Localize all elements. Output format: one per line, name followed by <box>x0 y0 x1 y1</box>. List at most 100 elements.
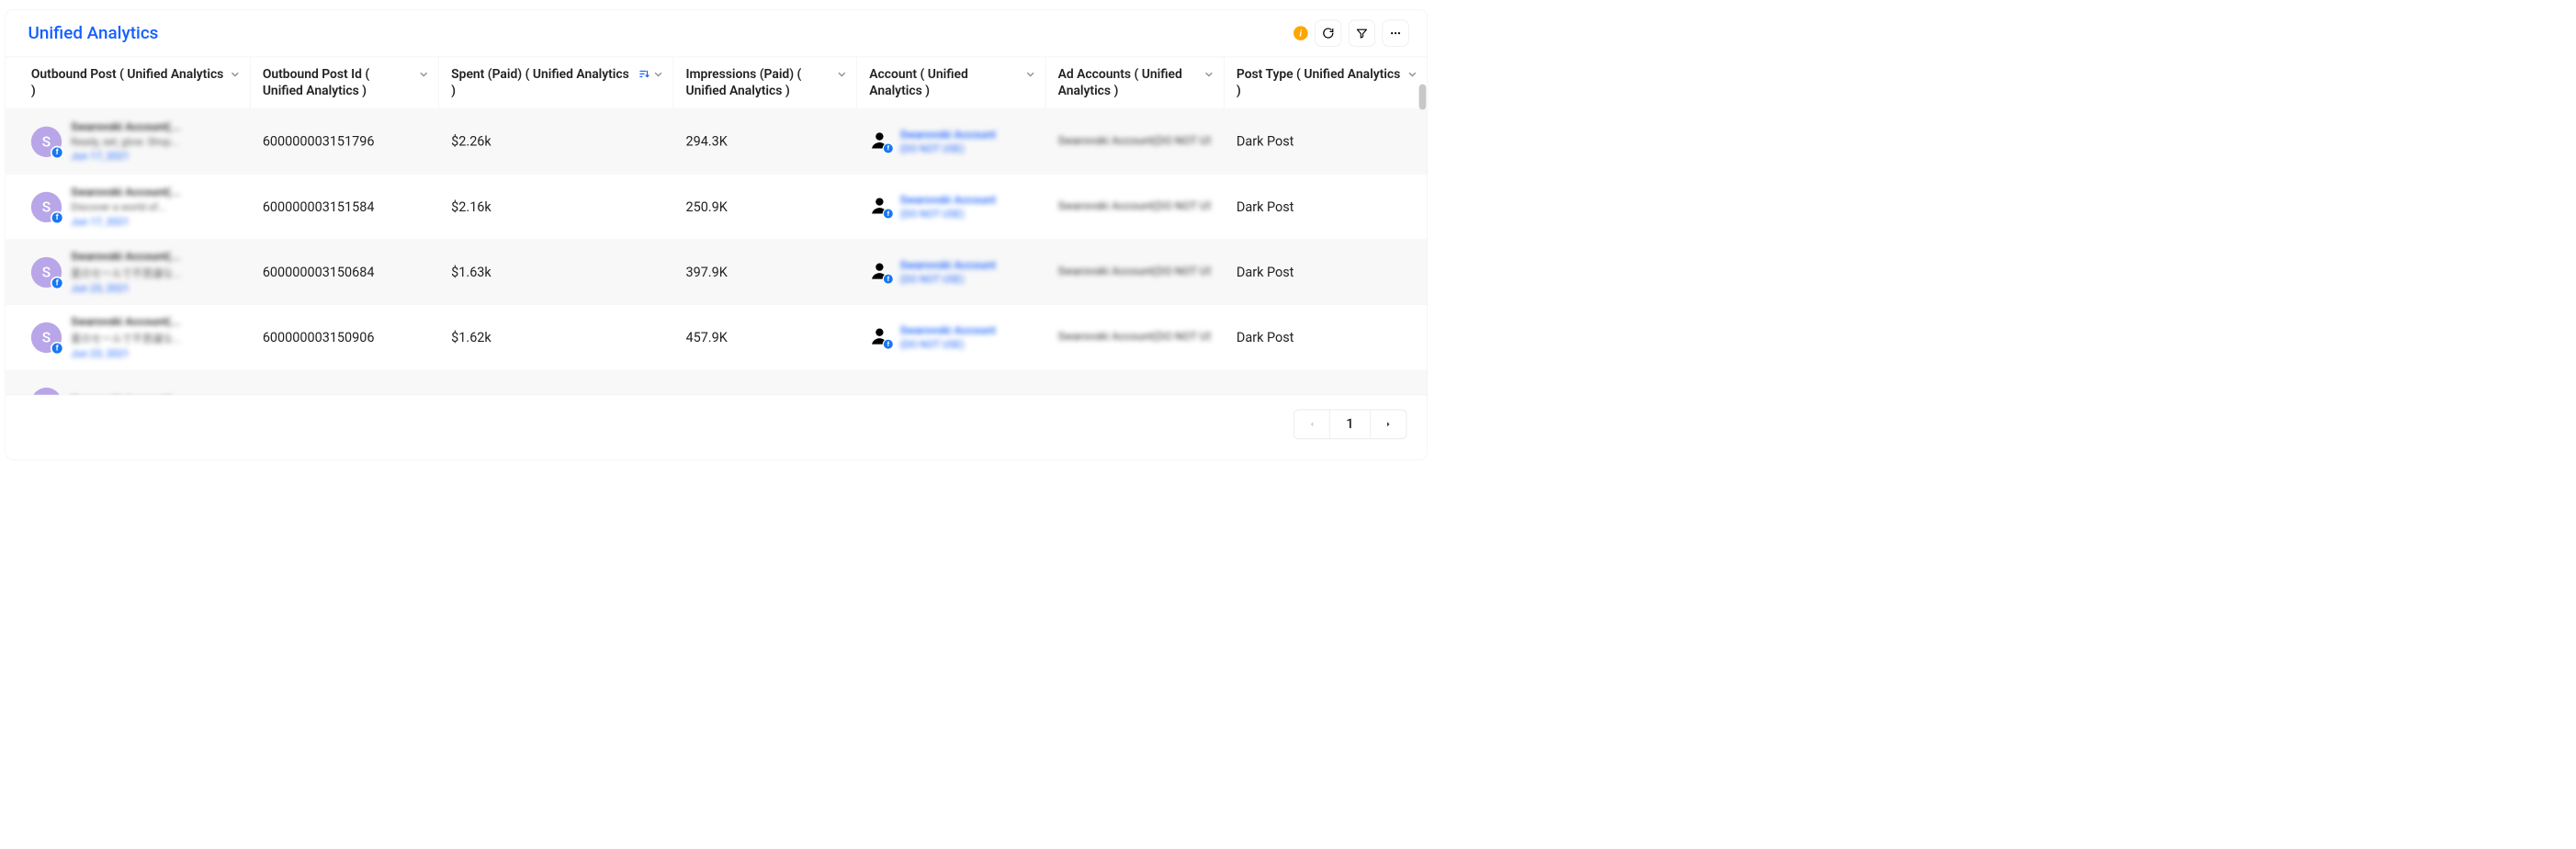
filter-icon <box>1356 27 1368 39</box>
chevron-left-icon <box>1307 420 1316 429</box>
filter-button[interactable] <box>1349 20 1375 47</box>
cell-spent <box>439 393 673 394</box>
post-date-blurred: Jun 23, 2021 <box>71 347 181 359</box>
header-actions: i <box>1294 20 1408 47</box>
vertical-scrollbar[interactable] <box>1419 85 1427 110</box>
cell-impressions: 294.3K <box>673 125 857 159</box>
account-link-blurred[interactable]: Swarovski Account <box>900 259 996 272</box>
facebook-icon: f <box>883 273 894 284</box>
cell-post-id: 600000003151796 <box>251 125 439 159</box>
column-header-ad-accounts[interactable]: Ad Accounts ( Unified Analytics ) <box>1045 57 1224 108</box>
ad-account-blurred: Swarovski Account(DO NOT USE) <box>1058 133 1212 149</box>
avatar-letter: S <box>31 388 62 395</box>
cell-impressions: 397.9K <box>673 255 857 289</box>
analytics-panel: Unified Analytics i Outbound Post ( Unif… <box>6 9 1428 460</box>
table-row[interactable]: S f Swarovski Account(... 夏のセールで不思議な... … <box>6 305 1427 370</box>
account-sub-blurred: (DO NOT USE) <box>900 142 996 154</box>
facebook-icon: f <box>51 211 63 224</box>
facebook-icon: f <box>883 208 894 219</box>
chevron-down-icon[interactable] <box>652 68 663 79</box>
chevron-down-icon[interactable] <box>836 68 847 79</box>
ad-account-blurred: Swarovski Account(DO NOT USE) <box>1058 199 1212 215</box>
cell-ad-accounts: Swarovski Account(DO NOT USE) <box>1045 190 1224 224</box>
ad-account-blurred: Swarovski Account(DO NOT USE) <box>1058 265 1212 280</box>
chevron-down-icon[interactable] <box>1203 68 1215 79</box>
person-icon: f <box>869 130 891 153</box>
table-footer: 1 <box>6 395 1427 459</box>
post-date-blurred: Jun 23, 2021 <box>71 282 181 294</box>
cell-ad-accounts: Swarovski Account(DO NOT USE) <box>1045 124 1224 158</box>
account-link-blurred[interactable]: Swarovski Account <box>900 324 996 337</box>
column-header-post-type[interactable]: Post Type ( Unified Analytics ) <box>1225 57 1428 108</box>
facebook-icon: f <box>883 338 894 349</box>
pager-next-button[interactable] <box>1371 410 1407 438</box>
avatar: S f <box>31 126 62 156</box>
cell-spent: $1.62k <box>439 321 673 355</box>
table-body: S f Swarovski Account(... Ready, set, gl… <box>6 109 1427 395</box>
cell-outbound-post: S f Swarovski Account(... Ready, set, gl… <box>6 112 250 172</box>
page-title: Unified Analytics <box>28 23 159 43</box>
cell-post-type <box>1225 393 1428 394</box>
cell-ad-accounts <box>1045 393 1224 394</box>
facebook-icon: f <box>51 277 63 289</box>
column-header-account[interactable]: Account ( Unified Analytics ) <box>857 57 1045 108</box>
post-title-blurred: Swarovski Account(... <box>71 394 180 395</box>
pager-prev-button[interactable] <box>1294 410 1330 438</box>
person-icon: f <box>869 196 891 218</box>
table-row[interactable]: S f Swarovski Account(... <box>6 370 1427 395</box>
post-subtitle-blurred: 夏のセールで不思議な... <box>71 265 181 279</box>
cell-spent: $2.16k <box>439 190 673 224</box>
cell-account: f Swarovski Account (DO NOT USE) <box>857 119 1045 164</box>
person-icon: f <box>869 261 891 283</box>
cell-post-type: Dark Post <box>1225 190 1428 224</box>
pagination: 1 <box>1294 410 1407 439</box>
more-icon <box>1389 27 1401 39</box>
post-subtitle-blurred: 夏のセールで不思議な... <box>71 330 181 345</box>
post-subtitle-blurred: Ready, set, glow. Shop... <box>71 136 180 148</box>
post-date-blurred: Jun 17, 2021 <box>71 150 180 162</box>
cell-impressions: 457.9K <box>673 321 857 355</box>
avatar: S f <box>31 256 62 287</box>
avatar: S f <box>31 322 62 352</box>
column-header-spent[interactable]: Spent (Paid) ( Unified Analytics ) <box>439 57 673 108</box>
account-link-blurred[interactable]: Swarovski Account <box>900 129 996 142</box>
cell-ad-accounts: Swarovski Account(DO NOT USE) <box>1045 321 1224 355</box>
column-header-outbound-post-id[interactable]: Outbound Post Id ( Unified Analytics ) <box>251 57 439 108</box>
pager-current-page[interactable]: 1 <box>1329 410 1370 438</box>
more-button[interactable] <box>1383 20 1409 47</box>
cell-post-type: Dark Post <box>1225 255 1428 289</box>
post-title-blurred: Swarovski Account(... <box>71 187 180 199</box>
account-sub-blurred: (DO NOT USE) <box>900 273 996 285</box>
chevron-down-icon[interactable] <box>418 68 429 79</box>
person-icon: f <box>869 326 891 348</box>
post-date-blurred: Jun 17, 2021 <box>71 215 180 227</box>
chevron-right-icon <box>1384 420 1393 429</box>
chevron-down-icon[interactable] <box>230 68 241 79</box>
refresh-button[interactable] <box>1315 20 1341 47</box>
table-row[interactable]: S f Swarovski Account(... 夏のセールで不思議な... … <box>6 240 1427 305</box>
cell-spent: $1.63k <box>439 255 673 289</box>
column-header-impressions[interactable]: Impressions (Paid) ( Unified Analytics ) <box>673 57 857 108</box>
info-icon[interactable]: i <box>1294 26 1308 40</box>
cell-post-id: 600000003150906 <box>251 321 439 355</box>
account-sub-blurred: (DO NOT USE) <box>900 208 996 220</box>
cell-account: f Swarovski Account (DO NOT USE) <box>857 315 1045 359</box>
cell-outbound-post: S f Swarovski Account(... <box>6 379 250 395</box>
facebook-icon: f <box>51 145 63 158</box>
column-header-outbound-post[interactable]: Outbound Post ( Unified Analytics ) <box>6 57 250 108</box>
cell-outbound-post: S f Swarovski Account(... Discover a wor… <box>6 177 250 237</box>
chevron-down-icon[interactable] <box>1407 68 1418 79</box>
table-row[interactable]: S f Swarovski Account(... Discover a wor… <box>6 175 1427 240</box>
chevron-down-icon[interactable] <box>1025 68 1036 79</box>
cell-post-type: Dark Post <box>1225 125 1428 159</box>
avatar: S f <box>31 388 62 395</box>
table-header-row: Outbound Post ( Unified Analytics ) Outb… <box>6 57 1427 109</box>
refresh-icon <box>1322 27 1334 39</box>
table-row[interactable]: S f Swarovski Account(... Ready, set, gl… <box>6 109 1427 175</box>
cell-impressions: 250.9K <box>673 190 857 224</box>
avatar: S f <box>31 191 62 221</box>
account-link-blurred[interactable]: Swarovski Account <box>900 194 996 207</box>
account-sub-blurred: (DO NOT USE) <box>900 338 996 350</box>
cell-outbound-post: S f Swarovski Account(... 夏のセールで不思議な... … <box>6 241 250 303</box>
cell-post-id: 600000003150684 <box>251 255 439 289</box>
